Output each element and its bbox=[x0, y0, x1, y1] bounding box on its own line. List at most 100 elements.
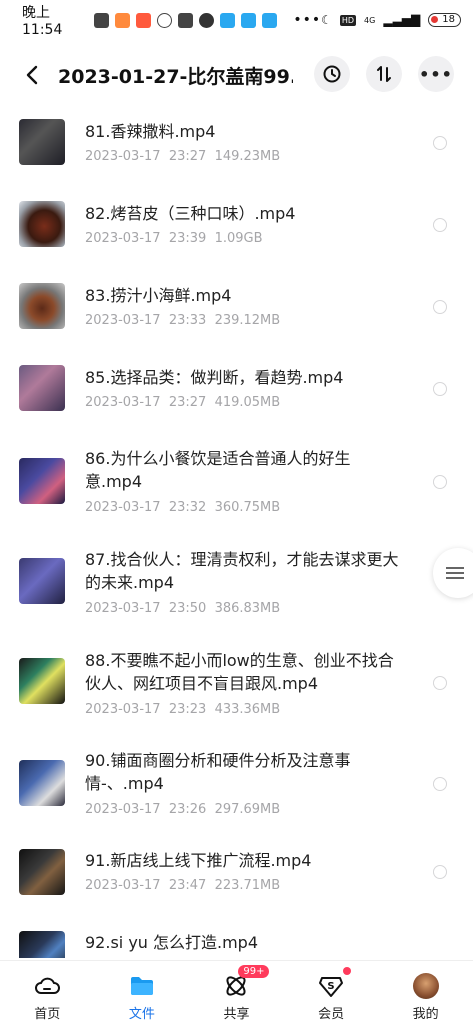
file-date: 2023-03-17 bbox=[85, 802, 161, 817]
video-thumbnail bbox=[19, 458, 65, 504]
menu-icon bbox=[446, 564, 464, 582]
avatar bbox=[412, 973, 439, 999]
file-time: 23:26 bbox=[168, 802, 207, 817]
file-time: 23:32 bbox=[168, 500, 207, 515]
cloud-app-icon bbox=[241, 12, 257, 28]
folder-icon bbox=[129, 973, 155, 999]
file-size: 419.05MB bbox=[214, 395, 281, 410]
chevron-left-icon bbox=[26, 65, 38, 85]
select-radio[interactable] bbox=[433, 382, 447, 396]
select-radio[interactable] bbox=[433, 136, 447, 150]
history-button[interactable] bbox=[314, 56, 350, 92]
file-size: 1.09GB bbox=[214, 231, 263, 246]
select-radio[interactable] bbox=[433, 475, 447, 489]
more-button[interactable]: ••• bbox=[418, 56, 454, 92]
file-name: 81.香辣撒料.mp4 bbox=[85, 122, 216, 141]
file-meta: 2023-03-17 23:27 419.05MB bbox=[85, 395, 280, 410]
list-item[interactable]: 82.烤苔皮（三种口味）.mp4 2023-03-17 23:39 1.09GB bbox=[0, 182, 473, 262]
list-item[interactable]: 85.选择品类：做判断，看趋势.mp4 2023-03-17 23:27 419… bbox=[0, 346, 473, 426]
file-date: 2023-03-17 bbox=[85, 231, 161, 246]
header: 2023-01-27-比尔盖南99... ••• bbox=[0, 52, 473, 98]
back-button[interactable] bbox=[14, 57, 50, 93]
notification-icons: ••• bbox=[94, 12, 321, 28]
list-item[interactable]: 83.捞汁小海鲜.mp4 2023-03-17 23:33 239.12MB bbox=[0, 264, 473, 344]
nav-vip[interactable]: S 会员 bbox=[284, 961, 379, 1024]
file-name: 85.选择品类：做判断，看趋势.mp4 bbox=[85, 368, 344, 387]
file-meta: 2023-03-17 23:50 386.83MB bbox=[85, 601, 280, 616]
file-name: 86.为什么小餐饮是适合普通人的好生意.mp4 bbox=[85, 449, 351, 491]
file-meta: 2023-03-17 23:27 149.23MB bbox=[85, 149, 280, 164]
home-cloud-icon bbox=[34, 973, 61, 999]
file-date: 2023-03-17 bbox=[85, 878, 161, 893]
file-time: 23:39 bbox=[168, 231, 207, 246]
list-item[interactable]: 88.不要瞧不起小而low的生意、创业不找合伙人、网红项目不盲目跟风.mp4 2… bbox=[0, 635, 473, 737]
app-icon bbox=[178, 12, 194, 28]
sort-icon bbox=[377, 66, 391, 82]
file-date: 2023-03-17 bbox=[85, 702, 161, 717]
list-item[interactable]: 86.为什么小餐饮是适合普通人的好生意.mp4 2023-03-17 23:32… bbox=[0, 428, 473, 528]
video-thumbnail bbox=[19, 119, 65, 165]
status-right: ☾ HD 4G ▂▃▅▇ 18 bbox=[321, 13, 461, 27]
file-size: 360.75MB bbox=[214, 500, 281, 515]
app-icon bbox=[115, 12, 131, 28]
sort-button[interactable] bbox=[366, 56, 402, 92]
page-title: 2023-01-27-比尔盖南99... bbox=[58, 65, 293, 88]
select-radio[interactable] bbox=[433, 676, 447, 690]
more-notifications-icon: ••• bbox=[293, 12, 322, 28]
cloud-app-icon bbox=[220, 12, 236, 28]
moon-icon: ☾ bbox=[321, 13, 332, 27]
select-radio[interactable] bbox=[433, 865, 447, 879]
select-radio[interactable] bbox=[433, 218, 447, 232]
file-meta: 2023-03-17 23:47 223.71MB bbox=[85, 878, 280, 893]
list-item[interactable]: 91.新店线上线下推广流程.mp4 2023-03-17 23:47 223.7… bbox=[0, 840, 473, 920]
more-icon: ••• bbox=[419, 64, 453, 84]
share-badge: 99+ bbox=[238, 965, 270, 978]
file-time: 23:47 bbox=[168, 878, 207, 893]
video-thumbnail bbox=[19, 201, 65, 247]
file-time: 23:27 bbox=[168, 149, 207, 164]
list-item[interactable]: 92.si yu 怎么打造.mp4 bbox=[0, 922, 473, 958]
file-name: 91.新店线上线下推广流程.mp4 bbox=[85, 851, 312, 870]
nav-vip-label: 会员 bbox=[318, 1007, 345, 1022]
nav-me[interactable]: 我的 bbox=[378, 961, 473, 1024]
file-date: 2023-03-17 bbox=[85, 313, 161, 328]
file-time: 23:33 bbox=[168, 313, 207, 328]
select-radio[interactable] bbox=[433, 777, 447, 791]
file-meta: 2023-03-17 23:39 1.09GB bbox=[85, 231, 263, 246]
video-thumbnail bbox=[19, 365, 65, 411]
file-name: 83.捞汁小海鲜.mp4 bbox=[85, 286, 232, 305]
select-radio[interactable] bbox=[433, 300, 447, 314]
list-item[interactable]: 81.香辣撒料.mp4 2023-03-17 23:27 149.23MB bbox=[0, 100, 473, 180]
signal-icon: ▂▃▅▇ bbox=[383, 13, 421, 27]
status-time: 晚上11:54 bbox=[22, 5, 63, 38]
nav-files[interactable]: 文件 bbox=[95, 961, 190, 1024]
file-list: 81.香辣撒料.mp4 2023-03-17 23:27 149.23MB 82… bbox=[0, 100, 473, 958]
file-size: 149.23MB bbox=[214, 149, 281, 164]
list-item[interactable]: 90.铺面商圈分析和硬件分析及注意事情-、.mp4 2023-03-17 23:… bbox=[0, 738, 473, 838]
file-date: 2023-03-17 bbox=[85, 601, 161, 616]
signal-text: 4G bbox=[364, 15, 376, 25]
file-size: 433.36MB bbox=[214, 702, 281, 717]
cloud-app-icon bbox=[262, 12, 278, 28]
list-item[interactable]: 87.找合伙人：理清责权利，才能去谋求更大的未来.mp4 2023-03-17 … bbox=[0, 532, 473, 634]
file-date: 2023-03-17 bbox=[85, 395, 161, 410]
vip-icon: S bbox=[318, 973, 344, 999]
file-time: 23:27 bbox=[168, 395, 207, 410]
check-icon bbox=[199, 12, 215, 28]
battery-level: 18 bbox=[442, 14, 455, 25]
file-meta: 2023-03-17 23:33 239.12MB bbox=[85, 313, 280, 328]
file-meta: 2023-03-17 23:32 360.75MB bbox=[85, 500, 280, 515]
nav-files-label: 文件 bbox=[128, 1007, 155, 1022]
file-meta: 2023-03-17 23:26 297.69MB bbox=[85, 802, 280, 817]
file-name: 87.找合伙人：理清责权利，才能去谋求更大的未来.mp4 bbox=[85, 550, 399, 592]
file-name: 90.铺面商圈分析和硬件分析及注意事情-、.mp4 bbox=[85, 751, 351, 793]
nav-share[interactable]: 99+ 共享 bbox=[189, 961, 284, 1024]
video-thumbnail bbox=[19, 558, 65, 604]
video-thumbnail bbox=[19, 931, 65, 958]
video-thumbnail bbox=[19, 760, 65, 806]
file-time: 23:50 bbox=[168, 601, 207, 616]
nav-home-label: 首页 bbox=[34, 1007, 61, 1022]
history-icon bbox=[323, 65, 341, 83]
file-name: 82.烤苔皮（三种口味）.mp4 bbox=[85, 204, 296, 223]
nav-home[interactable]: 首页 bbox=[0, 961, 95, 1024]
